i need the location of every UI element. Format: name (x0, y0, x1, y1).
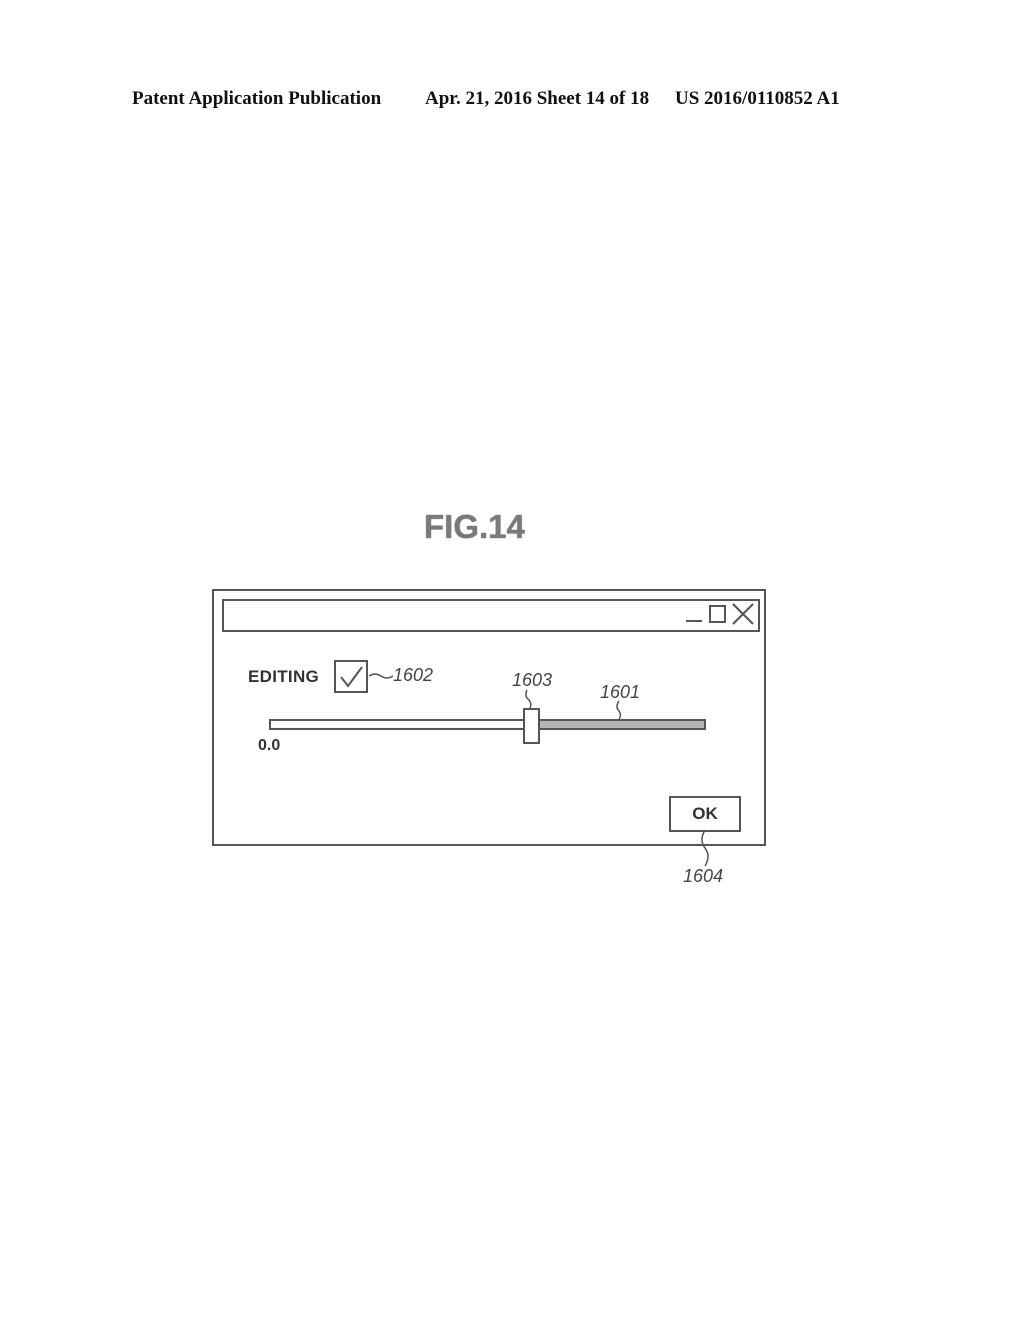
editing-checkbox[interactable] (334, 660, 368, 693)
slider-track[interactable] (269, 719, 706, 730)
ok-button[interactable]: OK (669, 796, 741, 832)
ref-1603: 1603 (512, 670, 553, 690)
slider-min-label: 0.0 (258, 737, 281, 754)
figure-title: FIG.14 (424, 508, 525, 545)
maximize-icon[interactable] (709, 605, 726, 623)
ref-1601: 1601 (600, 682, 641, 702)
ref-1604: 1604 (683, 866, 724, 886)
dialog-titlebar (222, 599, 760, 632)
slider-fill (530, 721, 704, 728)
settings-dialog: EDITING 1602 1603 1601 0.0 OK (212, 589, 766, 846)
editing-label: EDITING (248, 667, 320, 686)
publication-label: Patent Application Publication (132, 88, 382, 109)
ref-1602: 1602 (393, 665, 434, 685)
date-sheet-label: Apr. 21, 2016 Sheet 14 of 18 (425, 88, 650, 109)
checkmark-icon (340, 666, 363, 688)
publication-number: US 2016/0110852 A1 (675, 88, 840, 109)
minimize-icon[interactable] (686, 620, 702, 622)
close-icon[interactable] (732, 603, 754, 625)
slider-thumb[interactable] (522, 708, 540, 744)
